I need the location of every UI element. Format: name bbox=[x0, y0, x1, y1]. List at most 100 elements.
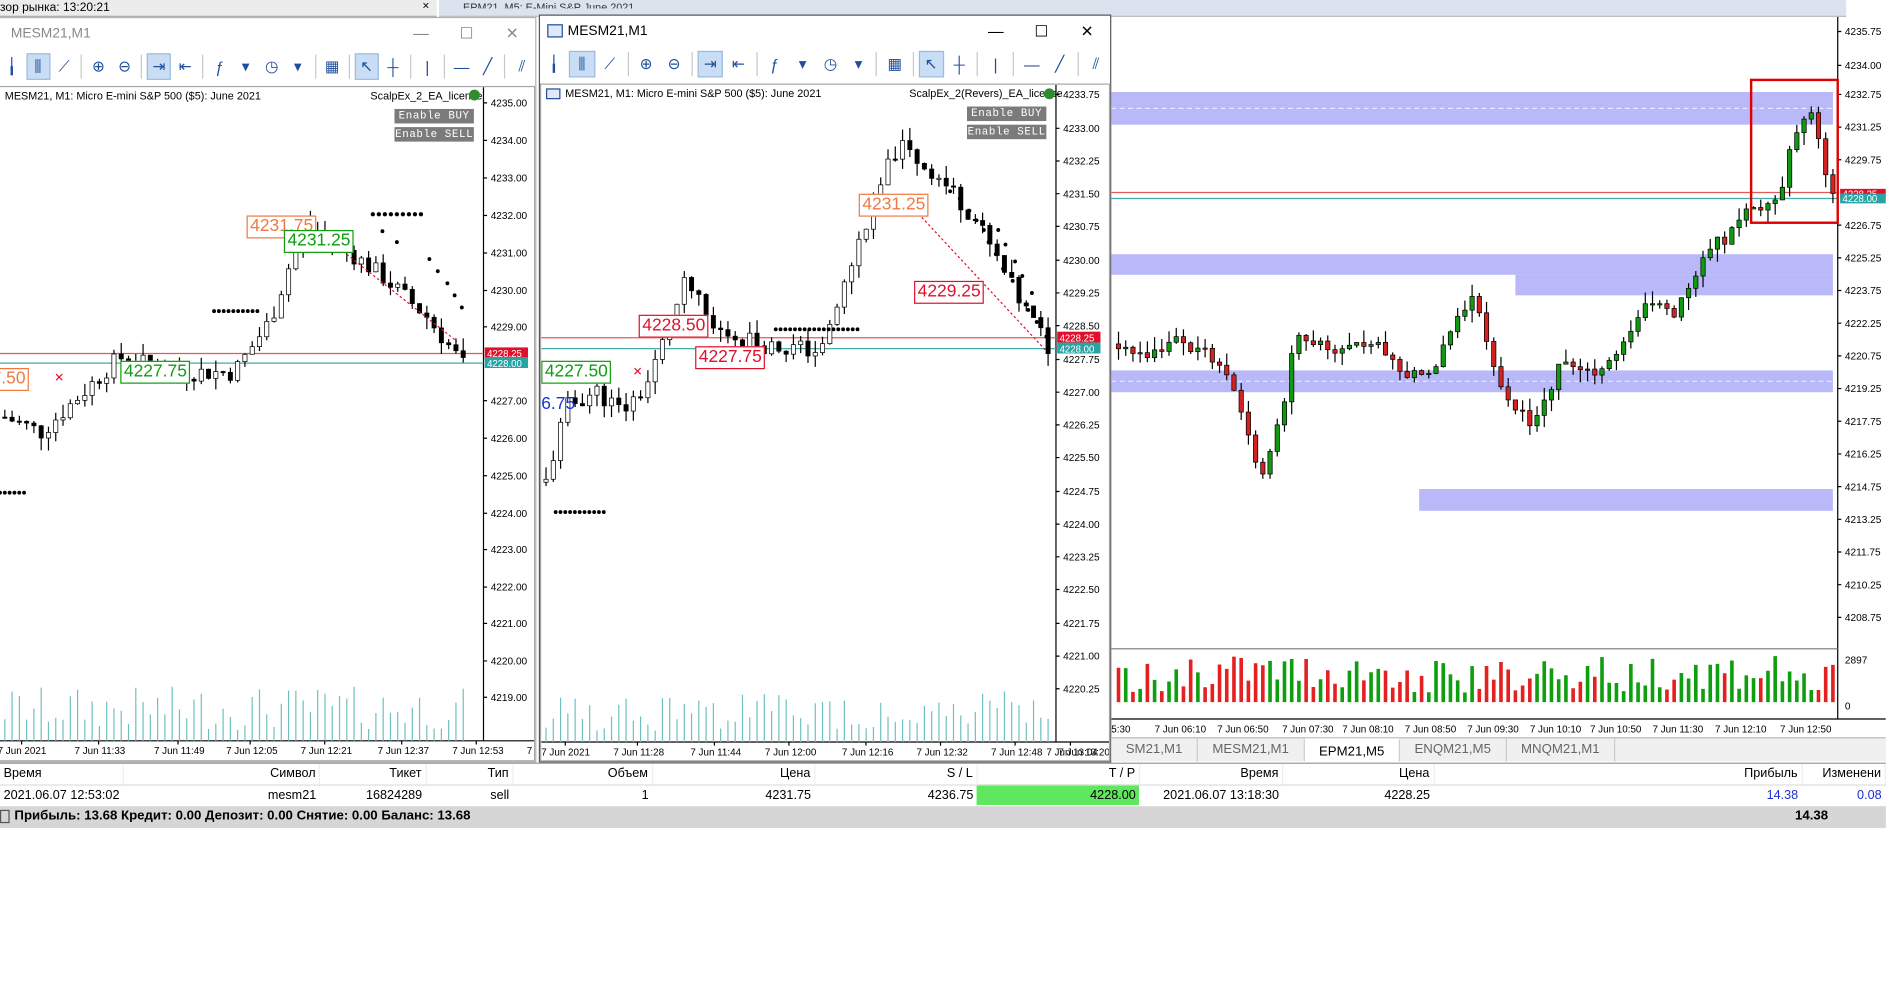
sar-dot bbox=[17, 490, 22, 495]
column-header[interactable]: Прибыль bbox=[1433, 763, 1803, 786]
column-header[interactable]: Тип bbox=[425, 763, 514, 786]
chart-window-middle[interactable]: MESM21,M1 — ☐ ✕ ╽ ⫼ ⟋ ⊕ ⊖ ⇥ ⇤ ƒ ▾ ◷ ▾ ▦ ↖ ┼ | — ╱ ⫽ 4233.… bbox=[538, 14, 1112, 763]
column-header[interactable]: S / L bbox=[814, 763, 978, 786]
periods-icon[interactable]: ◷ bbox=[260, 53, 284, 80]
dropdown-icon[interactable]: ▾ bbox=[790, 51, 816, 78]
cursor-icon[interactable]: ↖ bbox=[354, 53, 379, 80]
indicators-icon[interactable]: ƒ bbox=[762, 51, 788, 78]
table-row[interactable]: 2021.06.07 12:53:02 mesm21 16824289 sell 1 42… bbox=[0, 784, 1885, 805]
trendline-icon[interactable]: ╱ bbox=[476, 53, 500, 80]
sar-dot bbox=[841, 327, 846, 332]
bar-chart-icon[interactable]: ⫼ bbox=[569, 50, 595, 78]
chart-tab[interactable]: SM21,M1 bbox=[1111, 738, 1198, 762]
minimize-icon[interactable]: — bbox=[398, 18, 444, 48]
crosshair-icon[interactable]: ┼ bbox=[381, 53, 405, 80]
indicators-icon[interactable]: ƒ bbox=[208, 53, 232, 80]
market-watch-close-icon[interactable]: × bbox=[422, 0, 429, 13]
time-label: 7 Jun 11:33 bbox=[75, 746, 126, 757]
middle-price-chart[interactable]: 4233.75 4233.00 4232.25 4231.50 4230.75 4230.… bbox=[541, 84, 1110, 762]
dropdown-icon[interactable]: ▾ bbox=[234, 53, 258, 80]
periods-icon[interactable]: ◷ bbox=[818, 51, 844, 78]
trendline-icon[interactable]: ╱ bbox=[1047, 51, 1073, 78]
enable-buy-button[interactable]: Enable BUY bbox=[394, 108, 474, 124]
enable-buy-button[interactable]: Enable BUY bbox=[966, 106, 1047, 122]
candle bbox=[1455, 315, 1461, 333]
line-chart-icon[interactable]: ╽ bbox=[541, 51, 567, 78]
sar-dot bbox=[817, 327, 821, 332]
candle bbox=[53, 419, 59, 433]
left-title-bar[interactable]: MESM21,M1 — ☐ ✕ bbox=[0, 18, 535, 48]
chart-shift-icon[interactable]: ⇤ bbox=[173, 53, 197, 80]
column-header[interactable]: Объем bbox=[512, 763, 653, 786]
chart-tab[interactable]: MESM21,M1 bbox=[1198, 738, 1305, 762]
enable-sell-button[interactable]: Enable SELL bbox=[394, 127, 474, 142]
column-header[interactable]: T / P bbox=[977, 763, 1141, 786]
price-label: 4229.75 bbox=[1845, 155, 1882, 166]
zoom-out-icon[interactable]: ⊖ bbox=[113, 53, 137, 80]
vertical-line-icon[interactable]: | bbox=[415, 53, 439, 80]
middle-chart-area[interactable]: 4233.75 4233.00 4232.25 4231.50 4230.75 4230.… bbox=[540, 83, 1111, 762]
templates-icon[interactable]: ▦ bbox=[320, 53, 344, 80]
bg-price-chart[interactable]: 4235.75 4234.00 4232.75 4231.25 4229.75 4228.… bbox=[1111, 16, 1886, 743]
left-chart-area[interactable]: 4235.00 4234.00 4233.00 4232.00 4231.00 4230.… bbox=[0, 85, 536, 762]
sar-dot bbox=[2, 490, 7, 495]
candle bbox=[710, 315, 716, 329]
chart-tab[interactable]: EPM21,M5 bbox=[1304, 738, 1401, 762]
autoscroll-icon[interactable]: ⇥ bbox=[697, 50, 724, 78]
candle bbox=[1339, 348, 1345, 354]
equidistant-channel-icon[interactable]: ⫽ bbox=[1083, 51, 1109, 78]
line-icon[interactable]: ⟋ bbox=[597, 51, 623, 78]
middle-title-bar[interactable]: MESM21,M1 — ☐ ✕ bbox=[540, 16, 1110, 46]
left-price-chart[interactable]: 4235.00 4234.00 4233.00 4232.00 4231.00 4230.… bbox=[0, 87, 535, 761]
crosshair-icon[interactable]: ┼ bbox=[946, 51, 972, 78]
column-header[interactable]: Время bbox=[0, 763, 124, 786]
sar-dot bbox=[948, 189, 953, 194]
column-header[interactable]: Тикет bbox=[319, 763, 427, 786]
time-label: 5:30 bbox=[1111, 724, 1131, 735]
dropdown-icon[interactable]: ▾ bbox=[286, 53, 310, 80]
line-icon[interactable]: ⟋ bbox=[52, 53, 76, 80]
bar-chart-icon[interactable]: ⫼ bbox=[26, 53, 50, 80]
sar-dot bbox=[802, 327, 807, 332]
table-cell: 4228.25 bbox=[1384, 787, 1431, 803]
horizontal-line-icon[interactable]: — bbox=[1019, 51, 1045, 78]
candle bbox=[1180, 336, 1186, 344]
maximize-icon[interactable]: ☐ bbox=[444, 18, 490, 48]
toolbar-separator bbox=[1077, 52, 1079, 77]
chart-tab[interactable]: ENQM21,M5 bbox=[1400, 738, 1507, 762]
chart-tab[interactable]: MNQM21,M1 bbox=[1507, 738, 1616, 762]
vertical-line-icon[interactable]: | bbox=[983, 51, 1009, 78]
horizontal-line-icon[interactable]: — bbox=[450, 53, 474, 80]
chart-window-left[interactable]: MESM21,M1 — ☐ ✕ ╽ ⫼ ⟋ ⊕ ⊖ ⇥ ⇤ ƒ ▾ ◷ ▾ ▦ ↖ ┼ | — ╱ ⫽ 4235.… bbox=[0, 16, 537, 763]
maximize-icon[interactable]: ☐ bbox=[1019, 16, 1065, 46]
candle bbox=[82, 395, 88, 401]
column-header[interactable]: Время bbox=[1139, 763, 1284, 786]
chart-shift-icon[interactable]: ⇤ bbox=[726, 51, 752, 78]
column-header[interactable]: Изменени bbox=[1801, 763, 1886, 786]
dropdown-icon[interactable]: ▾ bbox=[846, 51, 872, 78]
sar-dot bbox=[241, 309, 245, 314]
zoom-in-icon[interactable]: ⊕ bbox=[87, 53, 111, 80]
price-label: 4225.50 bbox=[1063, 453, 1100, 464]
column-header[interactable]: Цена bbox=[652, 763, 816, 786]
autoscroll-icon[interactable]: ⇥ bbox=[147, 53, 172, 80]
price-label: 4227.00 bbox=[491, 396, 528, 407]
candle bbox=[1729, 227, 1735, 245]
time-label: 7 Jun 06:50 bbox=[1217, 724, 1269, 735]
zoom-out-icon[interactable]: ⊖ bbox=[661, 51, 687, 78]
line-chart-icon[interactable]: ╽ bbox=[0, 53, 24, 80]
price-label: 4228.50 bbox=[1063, 321, 1100, 332]
close-icon[interactable]: ✕ bbox=[489, 18, 535, 48]
cursor-icon[interactable]: ↖ bbox=[918, 50, 945, 78]
minimize-icon[interactable]: — bbox=[973, 16, 1019, 46]
enable-sell-button[interactable]: Enable SELL bbox=[966, 124, 1047, 140]
close-icon[interactable]: ✕ bbox=[1064, 16, 1110, 46]
equidistant-channel-icon[interactable]: ⫽ bbox=[510, 53, 534, 80]
candle bbox=[754, 332, 760, 347]
column-header[interactable]: Цена bbox=[1282, 763, 1435, 786]
column-header[interactable]: Символ bbox=[123, 763, 321, 786]
templates-icon[interactable]: ▦ bbox=[882, 51, 908, 78]
price-label: 4231.50 bbox=[1063, 189, 1100, 200]
sar-dot bbox=[22, 490, 26, 495]
zoom-in-icon[interactable]: ⊕ bbox=[633, 51, 659, 78]
